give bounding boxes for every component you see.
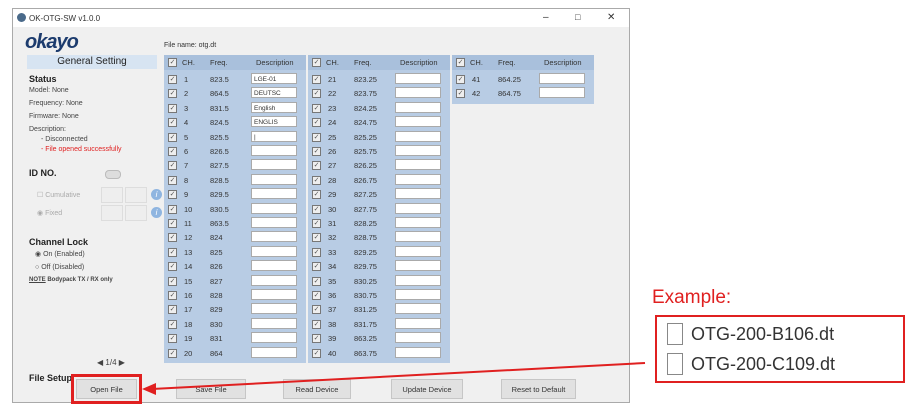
example-file-2: OTG-200-C109.dt bbox=[667, 353, 835, 375]
example-label: Example: bbox=[652, 287, 732, 308]
example-files-box: OTG-200-B106.dt OTG-200-C109.dt bbox=[655, 315, 905, 383]
file-name: OTG-200-B106.dt bbox=[691, 323, 835, 344]
file-icon bbox=[667, 353, 683, 375]
example-file-1: OTG-200-B106.dt bbox=[667, 323, 834, 345]
file-name: OTG-200-C109.dt bbox=[691, 353, 836, 374]
file-icon bbox=[667, 323, 683, 345]
